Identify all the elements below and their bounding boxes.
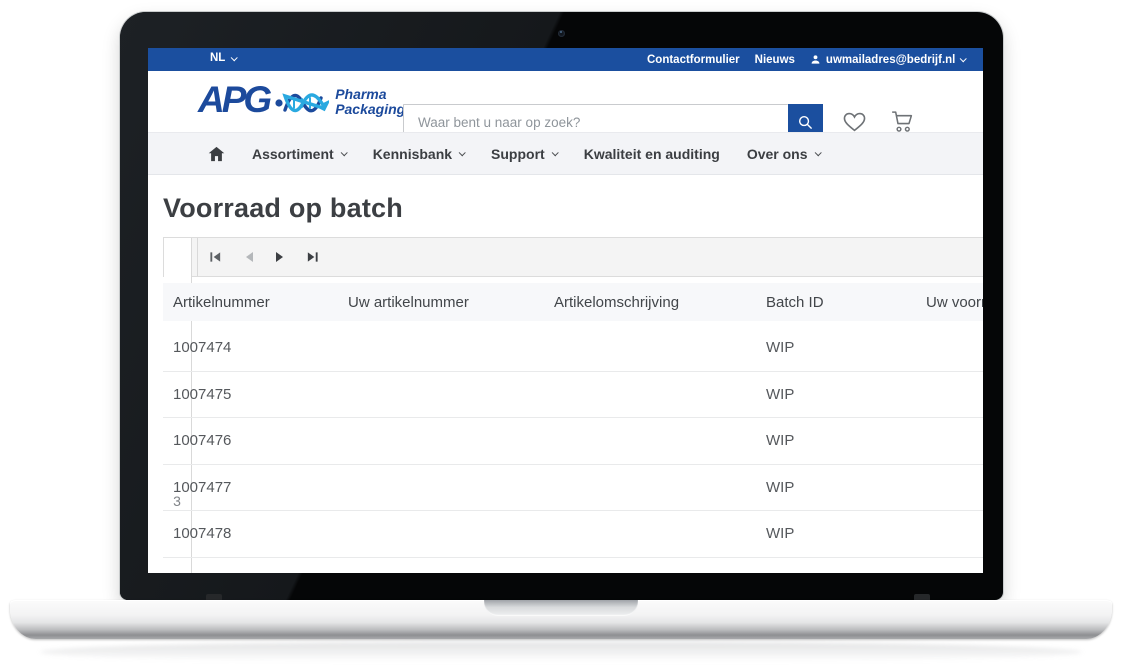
account-email: uwmailadres@bedrijf.nl: [826, 54, 955, 66]
nav-item-assortiment[interactable]: Assortiment: [252, 146, 346, 162]
column-header-artikelnummer[interactable]: Artikelnummer: [173, 283, 270, 321]
previous-page-icon: [244, 251, 254, 263]
table-row[interactable]: 1007478 WIP: [163, 511, 983, 558]
contact-link[interactable]: Contactformulier: [647, 54, 740, 66]
top-utility-bar: NL Contactformulier Nieuws uwmailadres@b…: [148, 48, 983, 71]
language-selector[interactable]: NL: [210, 52, 236, 64]
main-nav: Assortiment Kennisbank Support Kwaliteit…: [148, 132, 983, 175]
nav-item-kennisbank[interactable]: Kennisbank: [373, 146, 464, 162]
cell-artikelnummer: 1007476: [173, 418, 231, 464]
last-page-icon: [306, 251, 319, 263]
account-menu[interactable]: uwmailadres@bedrijf.nl: [810, 54, 965, 66]
dna-helix-icon: [275, 88, 329, 118]
table-row[interactable]: 1007477 WIP: [163, 465, 983, 512]
next-page-button[interactable]: [265, 238, 295, 276]
laptop-screen: NL Contactformulier Nieuws uwmailadres@b…: [148, 48, 983, 573]
chevron-down-icon: [814, 149, 821, 156]
logo-tagline: Pharma Packaging: [335, 87, 405, 117]
previous-page-button[interactable]: [232, 238, 265, 276]
cell-batch-id: WIP: [766, 325, 794, 371]
chevron-down-icon: [340, 149, 347, 156]
column-header-artikelomschrijving[interactable]: Artikelomschrijving: [554, 283, 679, 321]
site-header: APG Pharma Packaging: [148, 71, 983, 132]
table-row[interactable]: 1007476 WIP: [163, 418, 983, 465]
nav-home[interactable]: [208, 146, 225, 162]
search-icon: [797, 114, 814, 131]
column-header-batch-id[interactable]: Batch ID: [766, 283, 824, 321]
first-page-icon: [209, 251, 222, 263]
webpage: NL Contactformulier Nieuws uwmailadres@b…: [148, 48, 983, 573]
first-page-button[interactable]: [198, 238, 232, 276]
site-logo[interactable]: APG Pharma Packaging: [198, 79, 405, 121]
cell-batch-id: WIP: [766, 372, 794, 418]
next-page-icon: [275, 251, 285, 263]
cart-button[interactable]: [888, 109, 915, 134]
cell-batch-id: WIP: [766, 418, 794, 464]
chevron-down-icon: [551, 149, 558, 156]
page-title: Voorraad op batch: [163, 193, 403, 224]
cell-artikelnummer: 1007474: [173, 325, 231, 371]
nav-item-over-ons[interactable]: Over ons: [747, 146, 820, 162]
webcam-icon: [558, 30, 565, 37]
logo-text: APG: [198, 79, 269, 121]
wishlist-button[interactable]: [841, 109, 868, 133]
chevron-down-icon: [960, 55, 967, 62]
column-header-uw-voorraad[interactable]: Uw voorraad: [926, 283, 983, 321]
home-icon: [208, 146, 225, 162]
chevron-down-icon: [459, 149, 466, 156]
language-label: NL: [210, 52, 225, 64]
table-row[interactable]: 1007475 WIP: [163, 372, 983, 419]
laptop-base: [10, 600, 1112, 639]
cell-artikelnummer: 1007478: [173, 511, 231, 557]
table-header-row: Artikelnummer Uw artikelnummer Artikelom…: [163, 283, 983, 321]
topbar-links: Contactformulier Nieuws uwmailadres@bedr…: [647, 48, 965, 71]
cell-artikelnummer: 1007475: [173, 372, 231, 418]
cart-icon: [888, 109, 915, 134]
laptop-base-notch: [484, 600, 638, 616]
nav-item-support[interactable]: Support: [491, 146, 557, 162]
news-link[interactable]: Nieuws: [755, 54, 795, 66]
cell-artikelnummer: 1007477: [173, 465, 231, 511]
grid-toolbar: 1 2 3: [163, 237, 983, 277]
table-body: 1007474 WIP 1007475 WIP 100747: [163, 325, 983, 558]
laptop-screen-shell: NL Contactformulier Nieuws uwmailadres@b…: [120, 12, 1003, 600]
cell-batch-id: WIP: [766, 465, 794, 511]
laptop-mockup: NL Contactformulier Nieuws uwmailadres@b…: [0, 0, 1122, 669]
cell-batch-id: WIP: [766, 511, 794, 557]
chevron-down-icon: [231, 54, 238, 61]
nav-item-kwaliteit[interactable]: Kwaliteit en auditing: [584, 146, 720, 162]
heart-icon: [841, 109, 868, 133]
table-row[interactable]: 1007474 WIP: [163, 325, 983, 372]
column-header-uw-artikelnummer[interactable]: Uw artikelnummer: [348, 283, 469, 321]
user-icon: [810, 54, 821, 65]
laptop-reflection: [40, 642, 1082, 662]
last-page-button[interactable]: [295, 238, 329, 276]
